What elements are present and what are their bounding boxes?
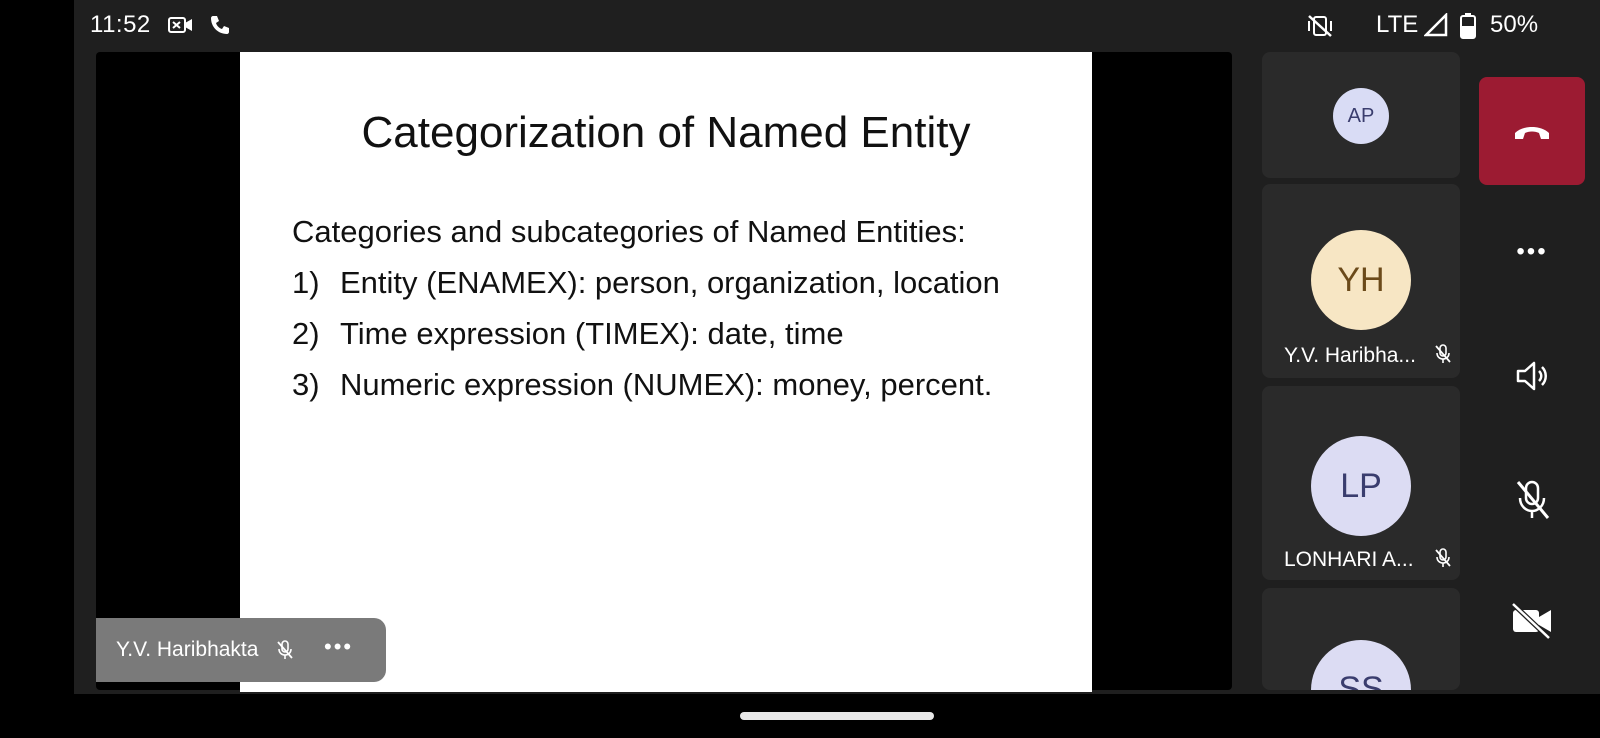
presenter-name-chip[interactable]: Y.V. Haribhakta ••• (96, 618, 386, 682)
avatar: AP (1333, 88, 1389, 144)
slide-list-item: 3) Numeric expression (NUMEX): money, pe… (292, 363, 1052, 408)
speaker-button[interactable] (1500, 344, 1564, 408)
avatar-initials: AP (1347, 104, 1375, 127)
avatar: SS (1311, 640, 1411, 690)
list-number: 1) (292, 264, 320, 300)
vibrate-off-icon (1306, 13, 1334, 44)
video-call-icon (168, 13, 194, 42)
avatar: YH (1311, 230, 1411, 330)
status-time: 11:52 (90, 11, 151, 38)
video-off-icon (1511, 602, 1551, 640)
home-indicator[interactable] (740, 712, 934, 720)
mute-microphone-button[interactable] (1500, 468, 1564, 532)
avatar-initials: LP (1340, 466, 1382, 505)
mic-off-icon (1434, 548, 1452, 573)
participant-tile[interactable]: LP LONHARI A... (1262, 386, 1460, 580)
more-dots: ••• (1516, 238, 1548, 265)
camera-toggle-button[interactable] (1500, 588, 1564, 652)
speaker-icon (1516, 361, 1547, 391)
battery-percent: 50% (1490, 11, 1539, 38)
mic-off-icon (1516, 480, 1550, 519)
mic-off-icon (1434, 344, 1452, 369)
battery-icon (1460, 13, 1476, 44)
presenter-name: Y.V. Haribhakta (116, 638, 259, 661)
end-call-button[interactable] (1479, 77, 1585, 185)
list-number: 2) (292, 315, 320, 351)
list-number: 3) (292, 366, 320, 402)
participant-tile[interactable]: AP (1262, 52, 1460, 178)
phone-icon (208, 13, 232, 42)
participant-name: Y.V. Haribha... (1284, 344, 1416, 367)
avatar-initials: YH (1337, 260, 1385, 299)
mic-off-icon (276, 640, 294, 665)
participant-tile[interactable]: YH Y.V. Haribha... (1262, 184, 1460, 378)
network-type: LTE (1376, 11, 1419, 38)
presenter-more-button[interactable]: ••• (324, 634, 353, 660)
slide-list-item: 2) Time expression (TIMEX): date, time (292, 312, 1052, 357)
slide-list-item: 1) Entity (ENAMEX): person, organization… (292, 261, 1052, 306)
more-options-button[interactable]: ••• (1500, 220, 1564, 284)
status-bar: 11:52 LTE 50% (74, 0, 1600, 52)
hang-up-icon (1515, 127, 1549, 139)
list-text: Entity (ENAMEX): person, organization, l… (340, 264, 1000, 300)
slide-intro: Categories and subcategories of Named En… (292, 214, 966, 249)
signal-icon (1422, 11, 1448, 42)
participant-tile[interactable]: SS (1262, 588, 1460, 690)
list-text: Numeric expression (NUMEX): money, perce… (340, 366, 993, 402)
participant-name: LONHARI A... (1284, 548, 1414, 571)
avatar: LP (1311, 436, 1411, 536)
slide-title: Categorization of Named Entity (361, 108, 971, 157)
avatar-initials: SS (1338, 670, 1384, 690)
slide-body: Categories and subcategories of Named En… (292, 210, 1052, 408)
shared-slide: Categorization of Named Entity Categorie… (240, 52, 1092, 692)
list-text: Time expression (TIMEX): date, time (340, 315, 844, 351)
